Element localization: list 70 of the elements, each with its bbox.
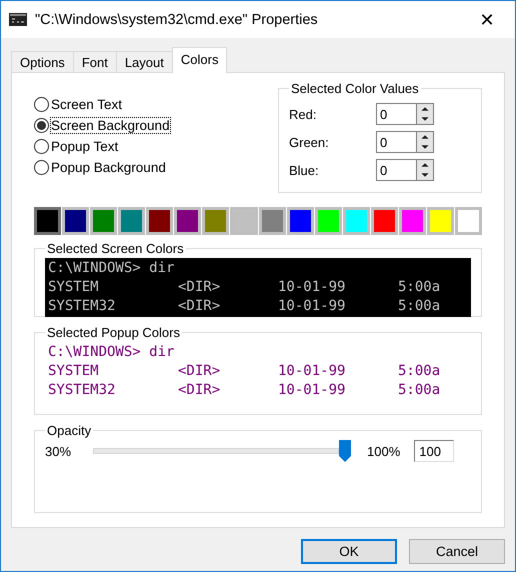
opacity-field[interactable]: 100 (414, 440, 454, 462)
tab[interactable]: Options (11, 51, 74, 73)
color-swatch[interactable] (118, 207, 146, 235)
color-swatch[interactable] (342, 207, 370, 235)
group-title: Selected Popup Colors (46, 325, 181, 340)
radio-button[interactable] (34, 97, 49, 112)
console-text: <DIR> (178, 381, 222, 400)
console-text: 10-01-99 (278, 381, 346, 400)
field-label: Green: (289, 134, 330, 150)
color-swatch[interactable] (314, 207, 342, 235)
console-prompt: C:\WINDOWS> dir (48, 259, 176, 278)
console-text: SYSTEM32 (48, 297, 116, 316)
radio-label: Popup Background (51, 160, 166, 175)
max-label: 100% (367, 444, 400, 458)
console-prompt: C:\WINDOWS> dir (48, 343, 176, 362)
color-swatch[interactable] (34, 207, 62, 235)
dialog-button[interactable]: Cancel (409, 539, 505, 564)
spin-buttons[interactable] (416, 131, 434, 153)
close-button[interactable]: ✕ (467, 4, 507, 34)
console-text: 5:00a (398, 297, 442, 316)
console-text: SYSTEM (48, 278, 100, 297)
color-swatch[interactable] (258, 207, 286, 235)
number-field[interactable]: 0 (376, 103, 416, 125)
console-text: 5:00a (398, 362, 442, 381)
color-swatch[interactable] (90, 207, 118, 235)
group-title: Selected Color Values (290, 81, 420, 96)
tab[interactable]: Layout (116, 51, 173, 73)
console-text: 10-01-99 (278, 278, 346, 297)
color-swatch[interactable] (62, 207, 90, 235)
radio-button[interactable] (34, 139, 49, 154)
color-swatch[interactable] (370, 207, 398, 235)
radio-label: Popup Text (51, 139, 118, 154)
radio-button[interactable] (34, 118, 49, 133)
console-text: <DIR> (178, 362, 222, 381)
color-swatch[interactable] (454, 207, 482, 235)
console-text: 10-01-99 (278, 362, 346, 381)
tab[interactable]: Colors (172, 47, 228, 73)
opacity-slider[interactable] (93, 440, 351, 462)
window-title: "C:\Windows\system32\cmd.exe" Properties (35, 12, 319, 28)
group-title: Opacity (46, 423, 92, 438)
radio-button[interactable] (34, 160, 49, 175)
spin-buttons[interactable] (416, 103, 434, 125)
console-text: SYSTEM (48, 362, 100, 381)
slider-thumb[interactable] (339, 440, 351, 462)
radio-label: Screen Text (51, 97, 122, 112)
console-text: SYSTEM32 (48, 381, 116, 400)
console-icon (9, 13, 27, 26)
console-text: 5:00a (398, 278, 442, 297)
console-text: 10-01-99 (278, 297, 346, 316)
field-label: Blue: (289, 162, 320, 178)
color-swatch[interactable] (286, 207, 314, 235)
color-swatch[interactable] (398, 207, 426, 235)
group-title: Selected Screen Colors (46, 241, 185, 256)
radio-option[interactable]: Screen Text (34, 97, 170, 112)
console-text: <DIR> (178, 297, 222, 316)
spin-buttons[interactable] (416, 159, 434, 181)
radio-option[interactable]: Popup Background (34, 160, 170, 175)
number-field[interactable]: 0 (376, 131, 416, 153)
field-label: Red: (289, 106, 318, 122)
min-label: 30% (45, 444, 72, 458)
color-swatch[interactable] (174, 207, 202, 235)
dialog-button[interactable]: OK (301, 539, 397, 564)
console-text: <DIR> (178, 278, 222, 297)
color-swatch[interactable] (230, 207, 258, 235)
color-swatch[interactable] (202, 207, 230, 235)
color-swatch[interactable] (146, 207, 174, 235)
radio-option[interactable]: Popup Text (34, 139, 170, 154)
number-field[interactable]: 0 (376, 159, 416, 181)
console-text: 5:00a (398, 381, 442, 400)
color-swatch[interactable] (426, 207, 454, 235)
